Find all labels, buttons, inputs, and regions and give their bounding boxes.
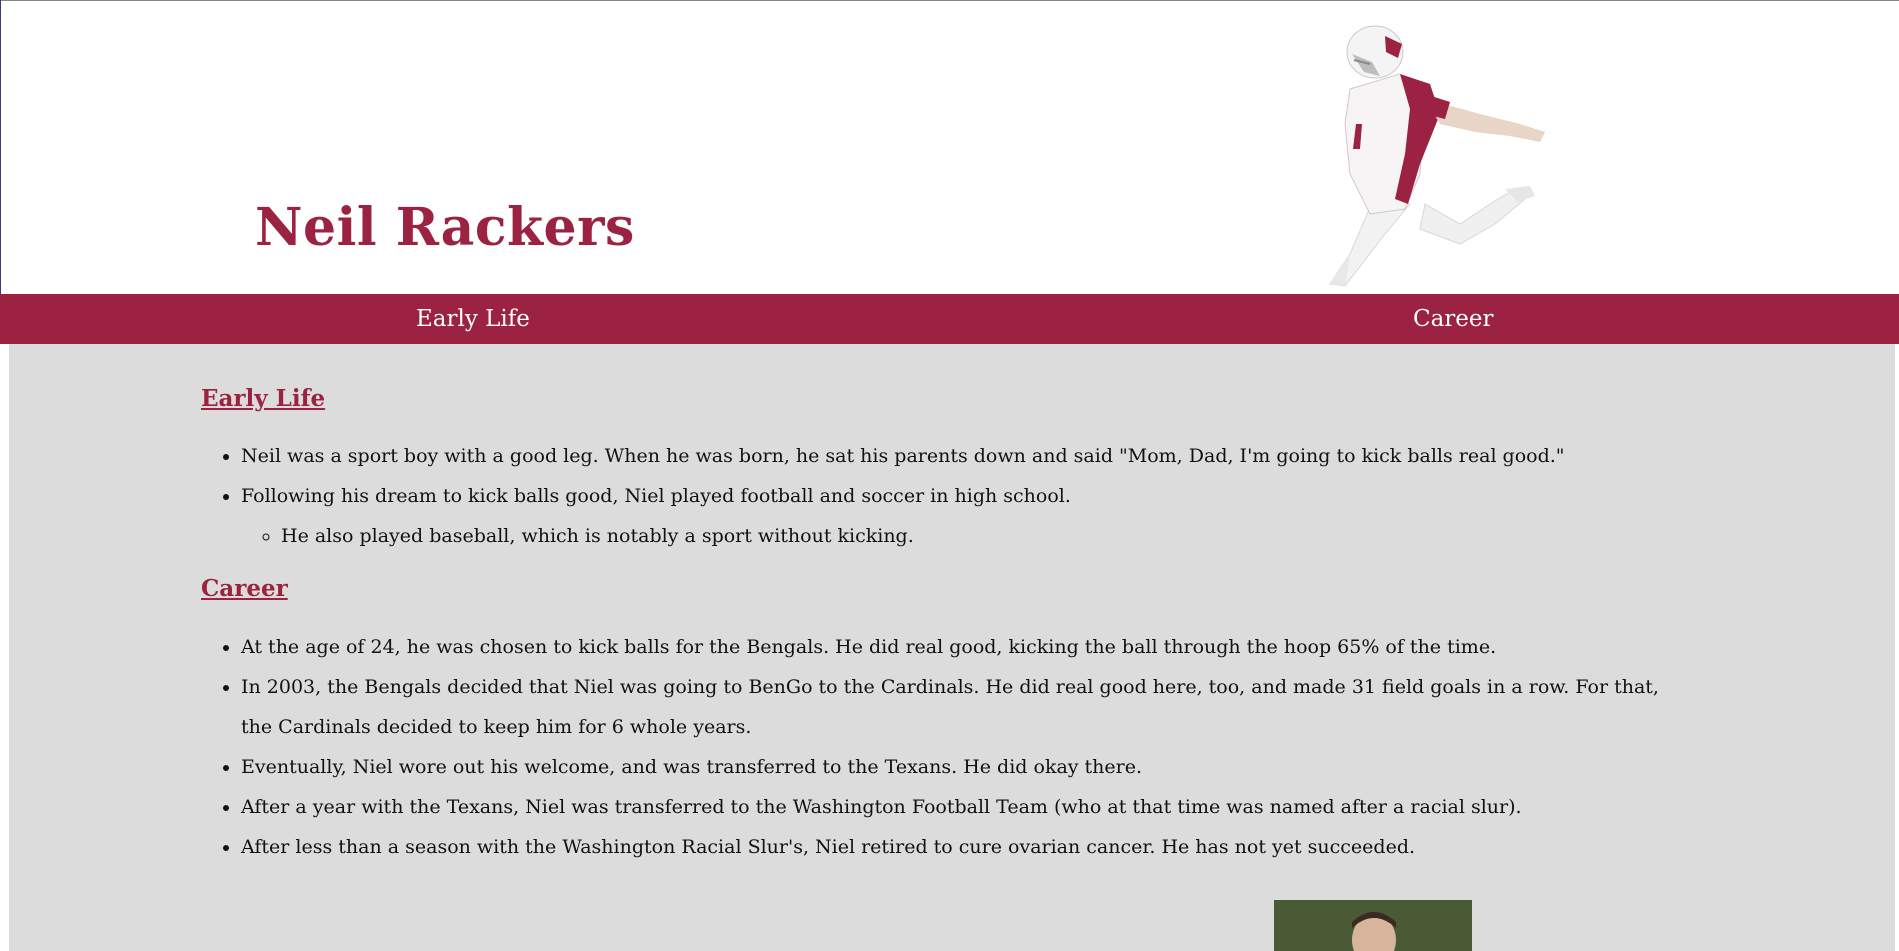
page-title: Neil Rackers [255,197,635,258]
player-photo [1274,900,1472,951]
early-life-list: Neil was a sport boy with a good leg. Wh… [201,436,1661,556]
nav-link-early-life[interactable]: Early Life [416,294,530,344]
heading-early-life: Early Life [201,385,326,412]
list-item-text: Following his dream to kick balls good, … [241,485,1071,507]
main-content: Early Life Neil was a sport boy with a g… [9,344,1895,951]
kicker-hero-image [1329,25,1545,287]
list-item: After a year with the Texans, Niel was t… [241,787,1661,827]
early-life-sublist: He also played baseball, which is notabl… [241,516,1661,556]
list-item: He also played baseball, which is notabl… [281,516,1661,556]
nav-link-career[interactable]: Career [1413,294,1494,344]
list-item: Following his dream to kick balls good, … [241,476,1661,556]
list-item: After less than a season with the Washin… [241,827,1661,867]
list-item: At the age of 24, he was chosen to kick … [241,627,1661,667]
list-item: Neil was a sport boy with a good leg. Wh… [241,436,1661,476]
left-border [0,0,1,294]
list-item: In 2003, the Bengals decided that Niel w… [241,667,1661,747]
main-nav: Early Life Career [0,294,1899,344]
page: Neil Rackers Early Life Career Early Lif… [0,0,1899,951]
top-border [0,0,1899,1]
list-item: Eventually, Niel wore out his welcome, a… [241,747,1661,787]
heading-career: Career [201,575,288,602]
career-list: At the age of 24, he was chosen to kick … [201,627,1661,867]
site-header: Neil Rackers [0,0,1899,294]
